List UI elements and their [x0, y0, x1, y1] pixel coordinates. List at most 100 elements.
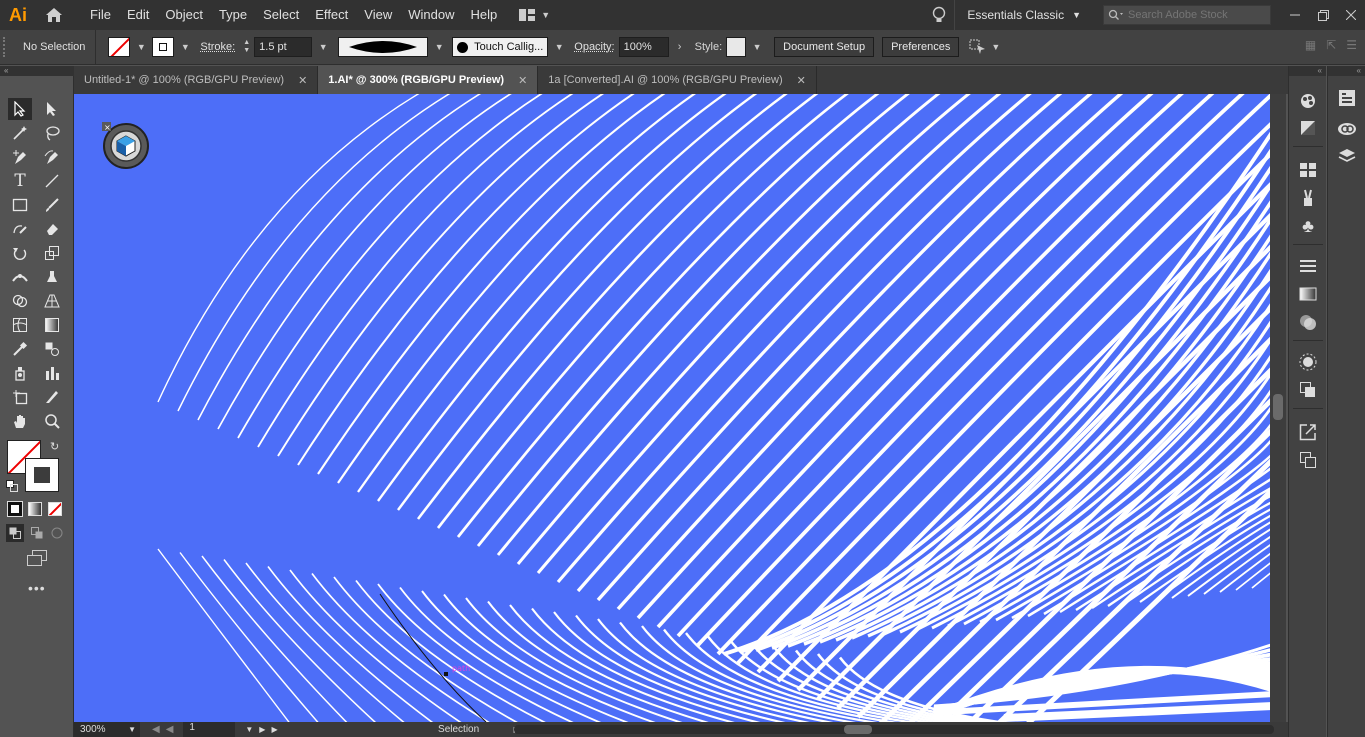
chevron-down-icon[interactable]: ▼ — [134, 37, 148, 57]
close-tab-icon[interactable]: ✕ — [298, 74, 307, 87]
stock-search-input[interactable] — [1128, 9, 1258, 21]
stroke-weight-field[interactable] — [254, 37, 313, 57]
transparency-circles-icon[interactable] — [1295, 310, 1321, 334]
slice-tool-icon[interactable] — [40, 386, 64, 408]
eyedropper-tool-icon[interactable] — [8, 338, 32, 360]
swatches-icon[interactable] — [1295, 158, 1321, 182]
document-setup-button[interactable]: Document Setup — [774, 37, 875, 57]
chevron-right-icon[interactable]: › — [673, 37, 687, 57]
layers-icon[interactable] — [1334, 144, 1360, 168]
direct-selection-tool-icon[interactable] — [40, 98, 64, 120]
stock-search-box[interactable] — [1103, 5, 1271, 25]
graphic-styles-icon[interactable] — [1295, 378, 1321, 402]
symbols-icon[interactable]: ♣ — [1295, 214, 1321, 238]
brushes-icon[interactable] — [1295, 186, 1321, 210]
menu-select[interactable]: Select — [255, 0, 307, 30]
menu-file[interactable]: File — [82, 0, 119, 30]
close-tab-icon[interactable]: ✕ — [797, 74, 806, 87]
color-mode-icon[interactable] — [7, 501, 23, 517]
horizontal-scrollbar[interactable] — [514, 725, 1274, 734]
blend-tool-icon[interactable] — [40, 338, 64, 360]
stroke-color-swatch[interactable] — [25, 458, 59, 492]
chevron-down-icon[interactable]: ▼ — [316, 37, 330, 57]
menu-object[interactable]: Object — [157, 0, 211, 30]
default-fill-stroke-icon[interactable] — [6, 480, 18, 492]
gradient-mode-icon[interactable] — [28, 502, 42, 516]
menu-help[interactable]: Help — [462, 0, 505, 30]
vertical-scroll-thumb[interactable] — [1273, 394, 1283, 420]
scale-tool-icon[interactable] — [40, 242, 64, 264]
dock-collapse-icon[interactable]: « — [1328, 66, 1365, 76]
gradient-tool-icon[interactable] — [40, 314, 64, 336]
menu-effect[interactable]: Effect — [307, 0, 356, 30]
rotate-tool-icon[interactable] — [8, 242, 32, 264]
zoom-tool-icon[interactable] — [40, 410, 64, 432]
vertical-scrollbar[interactable] — [1270, 94, 1286, 722]
artboard-number-field[interactable]: 1 — [183, 722, 236, 737]
chevron-down-icon[interactable]: ▼ — [432, 37, 446, 57]
artboards-icon[interactable] — [1295, 448, 1321, 472]
close-window-button[interactable] — [1337, 0, 1365, 30]
artboard-first-prev-icon[interactable]: ◀◀ — [152, 724, 179, 735]
appearance-icon[interactable] — [1295, 350, 1321, 374]
selection-tool-icon[interactable] — [8, 98, 32, 120]
line-segment-tool-icon[interactable] — [40, 170, 64, 192]
chevron-down-icon[interactable]: ▼ — [750, 37, 764, 57]
transform-icon[interactable]: ⇱ — [1326, 38, 1336, 52]
discover-lightbulb-icon[interactable] — [924, 0, 954, 30]
shape-builder-tool-icon[interactable] — [8, 290, 32, 312]
graphic-style-swatch[interactable] — [726, 37, 747, 57]
puppet-warp-tool-icon[interactable] — [40, 266, 64, 288]
gradient-icon[interactable] — [1295, 282, 1321, 306]
chevron-down-icon[interactable]: ▼ — [552, 37, 566, 57]
opacity-field[interactable] — [618, 37, 669, 57]
align-icon[interactable]: ▦ — [1305, 38, 1316, 52]
restore-button[interactable] — [1309, 0, 1337, 30]
select-similar-icon[interactable]: ▼ — [969, 39, 1000, 55]
dock-collapse-icon[interactable]: « — [1289, 66, 1326, 76]
chevron-down-icon[interactable]: ▼ — [178, 37, 192, 57]
toolbar-collapse-strip[interactable]: « — [0, 66, 74, 76]
draw-behind-icon[interactable] — [28, 524, 46, 542]
menu-edit[interactable]: Edit — [119, 0, 157, 30]
width-tool-icon[interactable] — [8, 266, 32, 288]
artboard-next-last-icon[interactable]: ▼▶▶ — [245, 725, 283, 734]
rectangle-tool-icon[interactable] — [8, 194, 32, 216]
magic-wand-tool-icon[interactable] — [8, 122, 32, 144]
transparency-icon[interactable] — [1295, 116, 1321, 140]
properties-icon[interactable] — [1334, 86, 1360, 110]
fill-swatch[interactable] — [108, 37, 131, 57]
document-tab[interactable]: 1a [Converted].AI @ 100% (RGB/GPU Previe… — [538, 66, 817, 94]
menu-window[interactable]: Window — [400, 0, 462, 30]
pen-tool-icon[interactable] — [8, 146, 32, 168]
panel-menu-icon[interactable]: ☰ — [1346, 38, 1357, 52]
lasso-tool-icon[interactable] — [40, 122, 64, 144]
libraries-icon[interactable] — [1334, 116, 1360, 140]
symbol-sprayer-tool-icon[interactable] — [8, 362, 32, 384]
perspective-grid-tool-icon[interactable] — [40, 290, 64, 312]
edit-toolbar-icon[interactable]: ••• — [28, 580, 46, 596]
color-guide-icon[interactable] — [1295, 88, 1321, 112]
stroke-label[interactable]: Stroke: — [200, 41, 235, 53]
minimize-button[interactable] — [1281, 0, 1309, 30]
export-icon[interactable] — [1295, 420, 1321, 444]
horizontal-scroll-thumb[interactable] — [844, 725, 872, 734]
none-mode-icon[interactable] — [48, 502, 62, 516]
opacity-label[interactable]: Opacity: — [574, 41, 614, 53]
document-tab[interactable]: Untitled-1* @ 100% (RGB/GPU Preview) ✕ — [74, 66, 319, 94]
document-tab[interactable]: 1.AI* @ 300% (RGB/GPU Preview) ✕ — [318, 66, 539, 94]
menu-view[interactable]: View — [356, 0, 400, 30]
arrange-documents-button[interactable]: ▼ — [519, 9, 550, 21]
zoom-level-field[interactable]: 300% ▼ — [74, 722, 140, 737]
workspace-switcher[interactable]: Essentials Classic ▼ — [954, 0, 1093, 30]
artboard-canvas[interactable]: path × — [74, 94, 1270, 722]
stroke-icon[interactable] — [1295, 254, 1321, 278]
hand-tool-icon[interactable] — [8, 410, 32, 432]
swap-fill-stroke-icon[interactable]: ↻ — [50, 440, 59, 453]
draw-normal-icon[interactable] — [6, 524, 24, 542]
preferences-button[interactable]: Preferences — [882, 37, 960, 57]
paintbrush-tool-icon[interactable] — [40, 194, 64, 216]
artboard-tool-icon[interactable] — [8, 386, 32, 408]
brush-definition[interactable]: Touch Callig... — [452, 37, 549, 57]
stroke-stepper[interactable]: ▲ ▼ — [243, 39, 250, 55]
